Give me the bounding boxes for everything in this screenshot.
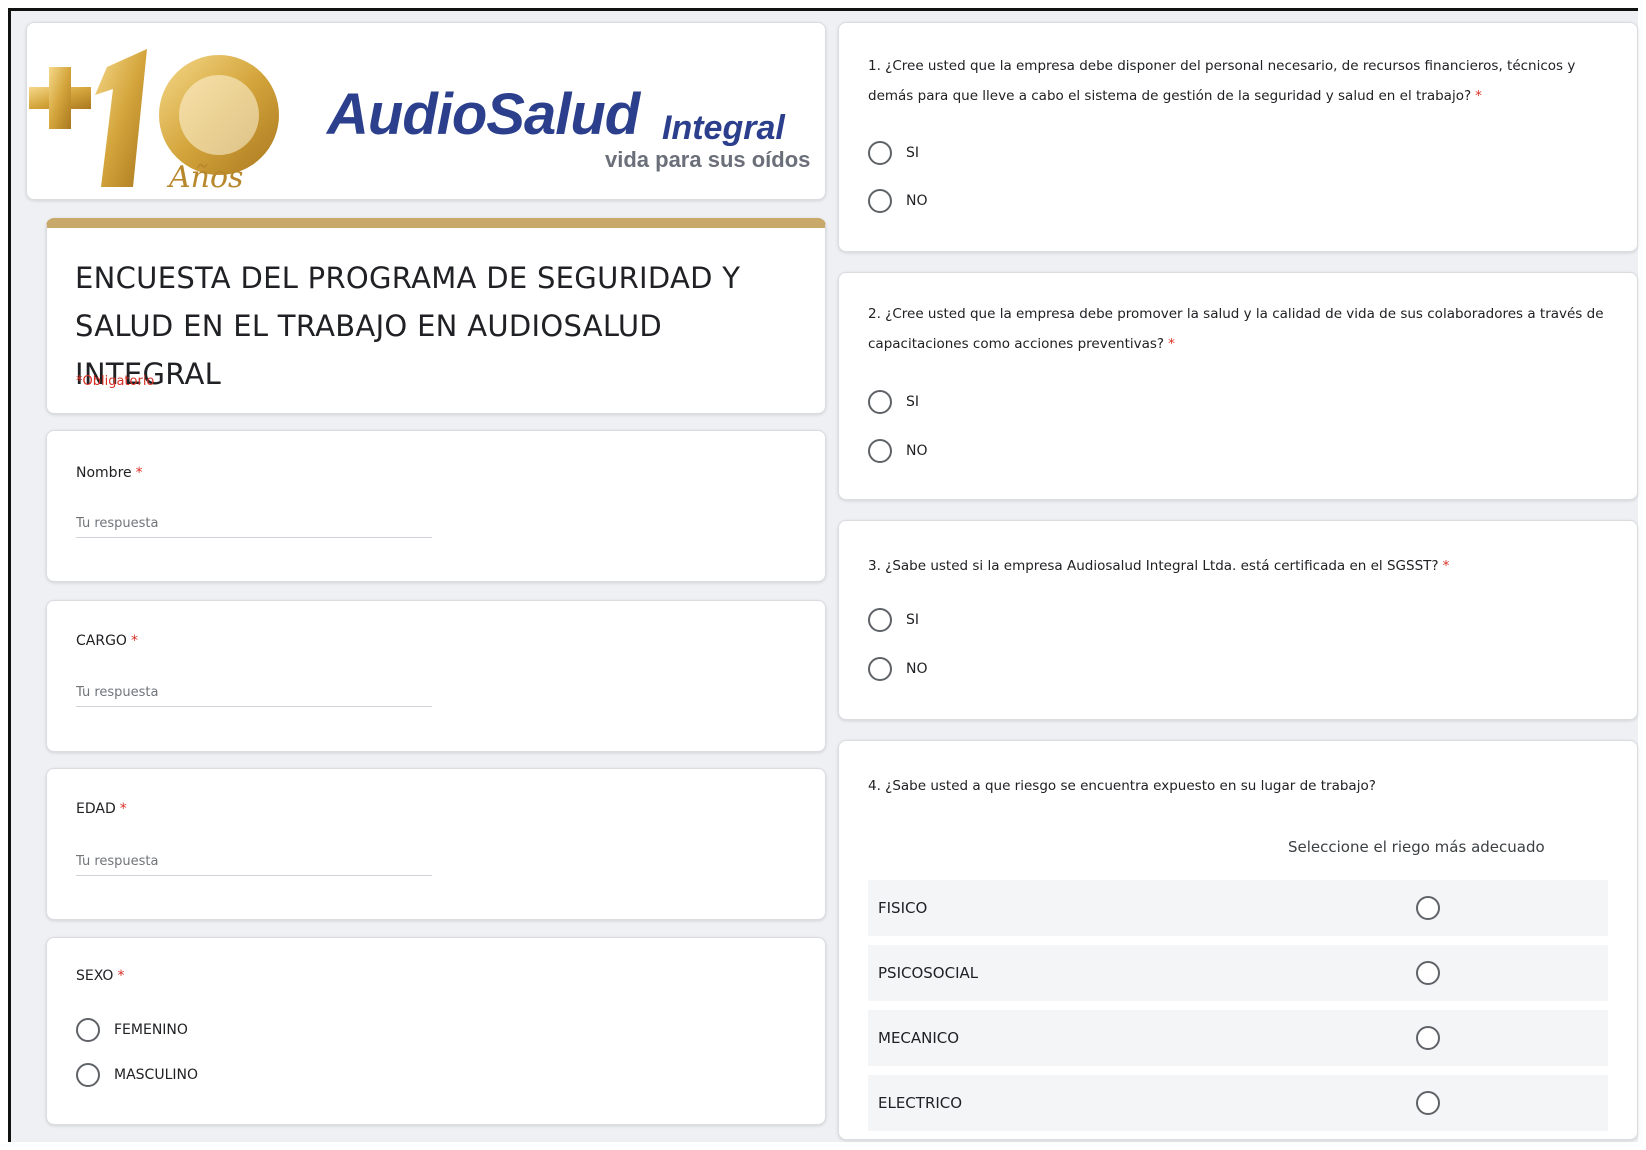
question-text-4: 4. ¿Sabe usted a que riesgo se encuentra… (868, 778, 1376, 794)
required-asterisk: * (135, 465, 143, 481)
grid-row-fisico: FISICO (868, 880, 1608, 936)
radio-option-label: SI (906, 394, 920, 410)
required-asterisk: * (117, 968, 125, 984)
question-text: 3. ¿Sabe usted si la empresa Audiosalud … (868, 558, 1439, 574)
radio-button[interactable] (868, 657, 892, 681)
question-text: 1. ¿Cree usted que la empresa debe dispo… (868, 58, 1576, 104)
question-label-text: EDAD (76, 801, 116, 817)
brand-name: AudioSalud (327, 82, 640, 147)
q3-option-no[interactable]: NO (868, 657, 928, 681)
q1-option-no[interactable]: NO (868, 189, 928, 213)
question-card-cargo: CARGO * (46, 600, 826, 752)
radio-option-label: SI (906, 612, 920, 628)
question-card-nombre: Nombre * (46, 430, 826, 582)
grid-row-label: ELECTRICO (878, 1094, 963, 1112)
question-text-1: 1. ¿Cree usted que la empresa debe dispo… (868, 51, 1608, 111)
radio-button[interactable] (1416, 1091, 1440, 1115)
grid-row-label: MECANICO (878, 1029, 960, 1047)
radio-option-masculino[interactable]: MASCULINO (76, 1063, 198, 1087)
brand-name-sub: Integral (662, 109, 785, 147)
grid-row-electrico: ELECTRICO (868, 1075, 1608, 1131)
grid-row-label: FISICO (878, 899, 928, 917)
question-label-edad: EDAD * (76, 801, 127, 817)
question-card-1: 1. ¿Cree usted que la empresa debe dispo… (838, 22, 1638, 252)
required-asterisk: * (1475, 88, 1482, 104)
anniversary-badge-logo: Años (29, 49, 279, 195)
radio-option-label: SI (906, 145, 920, 161)
question-text-2: 2. ¿Cree usted que la empresa debe promo… (868, 299, 1608, 359)
radio-button[interactable] (868, 189, 892, 213)
question-card-3: 3. ¿Sabe usted si la empresa Audiosalud … (838, 520, 1638, 720)
form-title-card: ENCUESTA DEL PROGRAMA DE SEGURIDAD Y SAL… (46, 218, 826, 414)
question-label-nombre: Nombre * (76, 465, 143, 481)
q3-option-si[interactable]: SI (868, 608, 919, 632)
badge-lettering: Años (166, 160, 243, 195)
radio-option-femenino[interactable]: FEMENINO (76, 1018, 188, 1042)
radio-button[interactable] (1416, 896, 1440, 920)
radio-button[interactable] (868, 390, 892, 414)
question-text: 2. ¿Cree usted que la empresa debe promo… (868, 306, 1604, 352)
required-asterisk: * (130, 633, 138, 649)
required-asterisk: * (1168, 336, 1175, 352)
question-label-text: SEXO (76, 968, 114, 984)
question-label-sexo: SEXO * (76, 968, 124, 984)
grid-row-label: PSICOSOCIAL (878, 964, 979, 982)
required-asterisk: * (119, 801, 127, 817)
grid-row-psicosocial: PSICOSOCIAL (868, 945, 1608, 1001)
question-label-cargo: CARGO * (76, 633, 138, 649)
required-note: *Obligatorio (76, 374, 155, 389)
question-label-text: Nombre (76, 465, 132, 481)
cargo-input[interactable] (76, 679, 432, 707)
q1-option-si[interactable]: SI (868, 141, 919, 165)
grid-row-mecanico: MECANICO (868, 1010, 1608, 1066)
grid-column-header: Seleccione el riego más adecuado (1288, 838, 1545, 856)
radio-button[interactable] (76, 1063, 100, 1087)
question-card-edad: EDAD * (46, 768, 826, 920)
question-text-3: 3. ¿Sabe usted si la empresa Audiosalud … (868, 551, 1608, 581)
radio-button[interactable] (1416, 1026, 1440, 1050)
radio-button[interactable] (1416, 961, 1440, 985)
question-card-sexo: SEXO * FEMENINO MASCULINO (46, 937, 826, 1125)
radio-option-label: MASCULINO (114, 1067, 198, 1083)
brand-tagline: vida para sus oídos (605, 147, 811, 172)
radio-option-label: NO (906, 443, 928, 459)
radio-option-label: NO (906, 661, 928, 677)
radio-button[interactable] (76, 1018, 100, 1042)
form-title: ENCUESTA DEL PROGRAMA DE SEGURIDAD Y SAL… (75, 261, 741, 391)
q2-option-no[interactable]: NO (868, 439, 928, 463)
edad-input[interactable] (76, 848, 432, 876)
radio-option-label: NO (906, 193, 928, 209)
nombre-input[interactable] (76, 510, 432, 538)
required-asterisk: * (1442, 558, 1450, 574)
radio-option-label: FEMENINO (114, 1022, 188, 1038)
q2-option-si[interactable]: SI (868, 390, 919, 414)
radio-button[interactable] (868, 141, 892, 165)
radio-button[interactable] (868, 439, 892, 463)
header-banner: Años AudioSalud Integral vida para sus o… (26, 22, 826, 200)
question-card-2: 2. ¿Cree usted que la empresa debe promo… (838, 272, 1638, 500)
radio-button[interactable] (868, 608, 892, 632)
question-label-text: CARGO (76, 633, 127, 649)
